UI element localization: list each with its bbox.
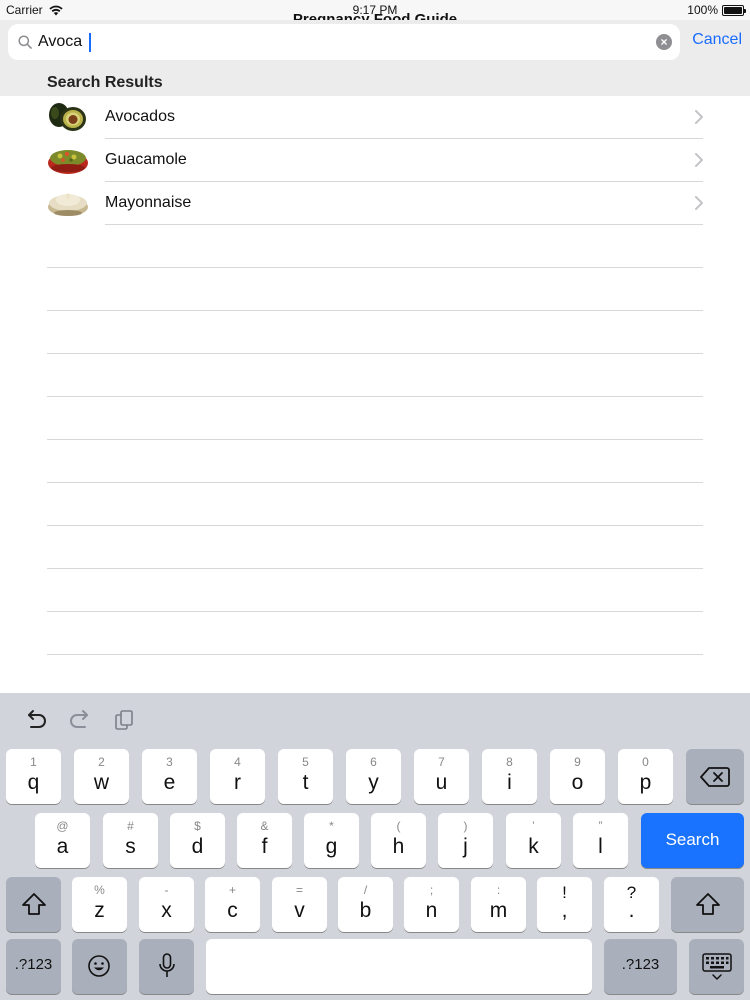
cancel-button[interactable]: Cancel xyxy=(692,31,742,49)
empty-row xyxy=(0,268,750,311)
chevron-right-icon xyxy=(695,110,703,124)
backspace-icon xyxy=(700,767,730,787)
key-c[interactable]: + c xyxy=(205,877,260,932)
key-b[interactable]: / b xyxy=(338,877,393,932)
key-n[interactable]: ; n xyxy=(404,877,459,932)
result-label: Mayonnaise xyxy=(105,194,192,211)
search-bar: × Cancel xyxy=(0,20,750,68)
empty-row xyxy=(0,397,750,440)
battery-icon xyxy=(722,4,746,16)
status-time: 9:17 PM xyxy=(352,3,398,17)
key-y[interactable]: 6y xyxy=(346,749,401,804)
key-g[interactable]: * g xyxy=(304,813,359,868)
key-u[interactable]: 7u xyxy=(414,749,469,804)
key-z[interactable]: % z xyxy=(72,877,127,932)
key-k[interactable]: ’ k xyxy=(506,813,561,868)
empty-row xyxy=(0,311,750,354)
microphone-icon xyxy=(159,953,175,977)
key-t[interactable]: 5t xyxy=(278,749,333,804)
key-f[interactable]: & f xyxy=(237,813,292,868)
result-row-mayonnaise[interactable]: Mayonnaise xyxy=(0,182,750,225)
space-key[interactable] xyxy=(206,939,592,994)
result-row-avocados[interactable]: Avocados xyxy=(0,96,750,139)
status-right: 100% xyxy=(687,3,746,17)
keyboard: 1q 2w 3e 4r 5t 6y 7u 8i 9o 0p @ a # s $ d &… xyxy=(0,693,750,1000)
search-input[interactable] xyxy=(38,30,638,54)
avocado-icon xyxy=(49,103,86,131)
empty-row xyxy=(0,569,750,612)
redo-icon[interactable] xyxy=(68,709,92,731)
key-v[interactable]: = v xyxy=(272,877,327,932)
key-period[interactable]: ?. xyxy=(604,877,659,932)
result-label: Avocados xyxy=(105,108,175,125)
keyboard-toolbar xyxy=(0,693,750,748)
key-e[interactable]: 3e xyxy=(142,749,197,804)
undo-icon[interactable] xyxy=(24,709,48,731)
empty-row xyxy=(0,225,750,268)
search-field[interactable]: × xyxy=(8,24,680,60)
mayonnaise-icon xyxy=(48,193,88,216)
text-caret xyxy=(89,33,91,52)
paste-icon[interactable] xyxy=(112,709,136,731)
result-row-guacamole[interactable]: Guacamole xyxy=(0,139,750,182)
section-header: Search Results xyxy=(0,68,750,96)
key-d[interactable]: $ d xyxy=(170,813,225,868)
key-x[interactable]: -x xyxy=(139,877,194,932)
numbers-key-right[interactable]: .?123 xyxy=(604,939,677,994)
emoji-key[interactable] xyxy=(72,939,127,994)
empty-row xyxy=(0,483,750,526)
status-bar: Pregnancy Food Guide Carrier 9:17 PM 100… xyxy=(0,0,750,20)
key-q[interactable]: 1q xyxy=(6,749,61,804)
clear-search-button[interactable]: × xyxy=(656,34,672,50)
shift-icon xyxy=(696,893,720,915)
key-comma[interactable]: !, xyxy=(537,877,592,932)
section-header-label: Search Results xyxy=(47,74,163,91)
key-m[interactable]: :m xyxy=(471,877,526,932)
key-j[interactable]: ) j xyxy=(438,813,493,868)
search-key[interactable]: Search xyxy=(641,813,744,868)
key-h[interactable]: (h xyxy=(371,813,426,868)
shift-key-left[interactable] xyxy=(6,877,61,932)
numbers-key-left[interactable]: .?123 xyxy=(6,939,61,994)
keyboard-dismiss-icon xyxy=(702,953,732,980)
key-i[interactable]: 8i xyxy=(482,749,537,804)
row-separator xyxy=(47,654,703,655)
empty-row xyxy=(0,612,750,655)
backspace-key[interactable] xyxy=(686,749,744,804)
battery-percent: 100% xyxy=(687,3,718,17)
chevron-right-icon xyxy=(695,196,703,210)
guacamole-icon xyxy=(48,150,88,174)
shift-key-right[interactable] xyxy=(671,877,744,932)
key-a[interactable]: @ a xyxy=(35,813,90,868)
search-icon xyxy=(18,35,32,49)
dismiss-keyboard-key[interactable] xyxy=(689,939,744,994)
empty-row xyxy=(0,526,750,569)
key-r[interactable]: 4r xyxy=(210,749,265,804)
results-list: Avocados Guacamole Mayonnaise xyxy=(0,96,750,225)
dictation-key[interactable] xyxy=(139,939,194,994)
empty-row xyxy=(0,440,750,483)
key-l[interactable]: ” l xyxy=(573,813,628,868)
result-label: Guacamole xyxy=(105,151,187,168)
empty-table-area xyxy=(0,225,750,655)
key-p[interactable]: 0p xyxy=(618,749,673,804)
key-s[interactable]: # s xyxy=(103,813,158,868)
key-o[interactable]: 9o xyxy=(550,749,605,804)
emoji-icon xyxy=(88,955,110,977)
chevron-right-icon xyxy=(695,153,703,167)
shift-icon xyxy=(22,893,46,915)
key-w[interactable]: 2w xyxy=(74,749,129,804)
empty-row xyxy=(0,354,750,397)
